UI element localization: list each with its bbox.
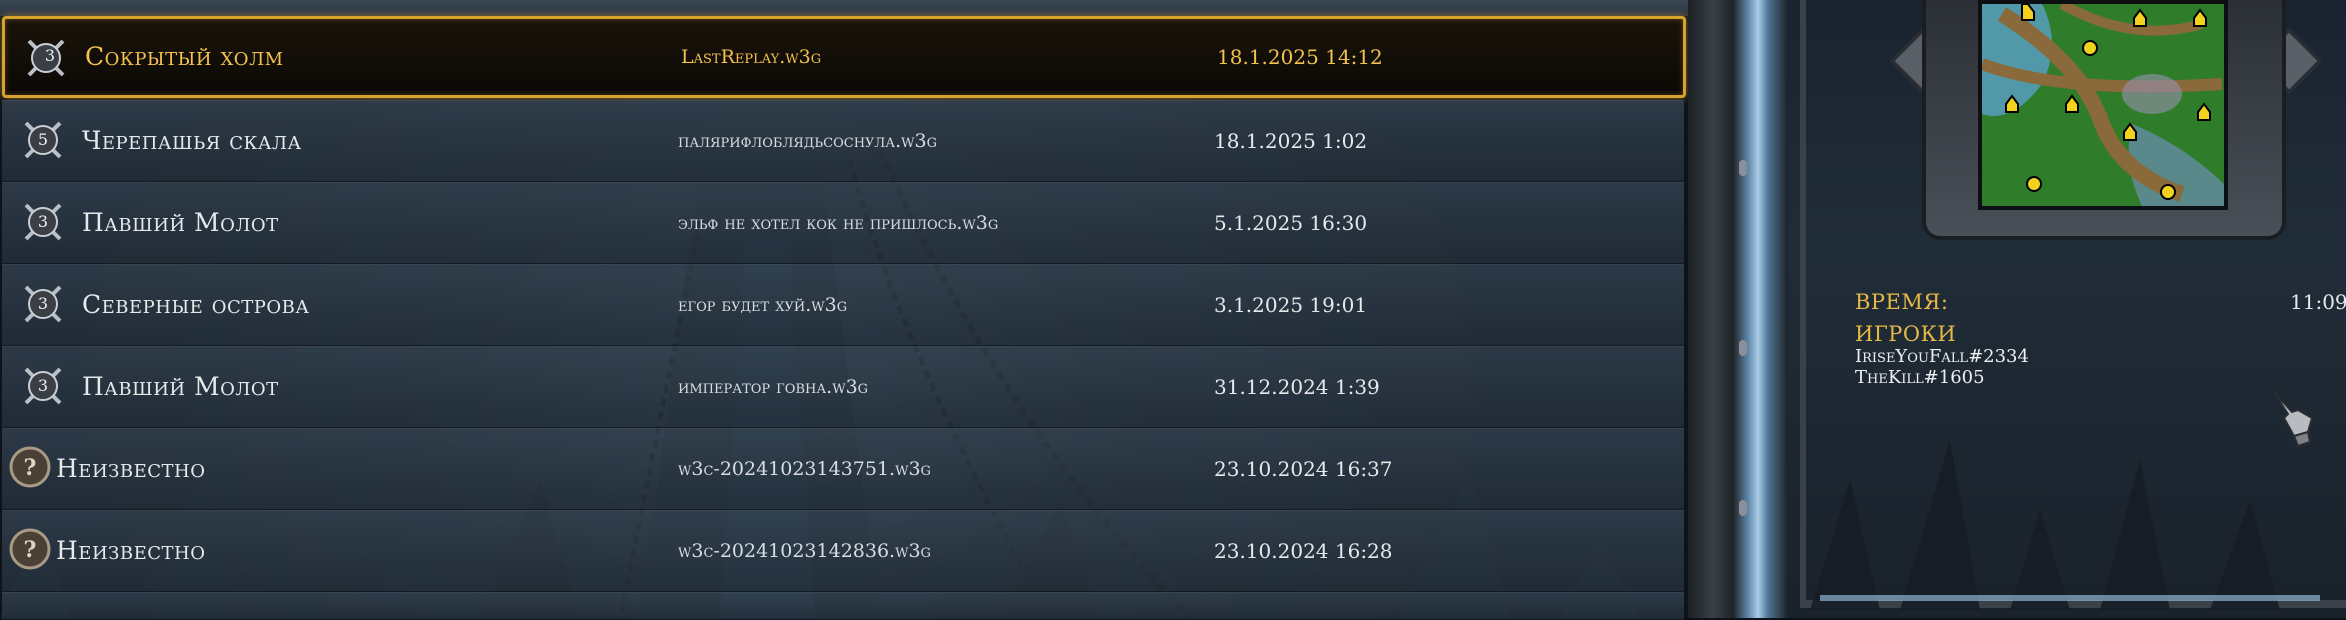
player-count: 3	[37, 376, 49, 395]
replay-file-name: LastReplay.w3g	[681, 46, 822, 68]
map-name: Неизвестно	[56, 454, 206, 483]
replay-list: 3 Сокрытый холм LastReplay.w3g 18.1.2025…	[0, 0, 1688, 620]
replay-date: 18.1.2025 1:02	[1214, 129, 1368, 153]
replay-row-partial[interactable]	[2, 592, 1684, 620]
panel-divider-frame	[1688, 0, 1788, 618]
replay-date: 3.1.2025 19:01	[1214, 293, 1368, 317]
map-name: Северные острова	[82, 290, 310, 319]
replay-row[interactable]: 3 Северные острова егор будет хуй.w3g 3.…	[2, 264, 1684, 346]
time-label: ВРЕМЯ:	[1855, 290, 1949, 314]
player-count: ?	[23, 455, 37, 481]
replay-date: 31.12.2024 1:39	[1214, 375, 1380, 399]
replay-date: 18.1.2025 14:12	[1217, 45, 1383, 69]
frame-bolt	[1739, 500, 1747, 516]
player-name: IriseYouFall#2334	[1855, 346, 2029, 367]
replay-row[interactable]: 3 Павший Молот император говна.w3g 31.12…	[2, 346, 1684, 428]
map-name: Павший Молот	[82, 208, 279, 237]
replay-file-name: палярифлоблядьсоснула.w3g	[678, 130, 937, 152]
player-count: 5	[37, 130, 49, 149]
replay-row[interactable]: 5 Черепашья скала палярифлоблядьсоснула.…	[2, 100, 1684, 182]
replay-row[interactable]: 3 Сокрытый холм LastReplay.w3g 18.1.2025…	[2, 16, 1686, 98]
frame-bolt	[1739, 160, 1747, 176]
replay-file-name: w3c-20241023142836.w3g	[678, 540, 931, 562]
replay-row[interactable]: 3 Павший Молот эльф не хотел кок не приш…	[2, 182, 1684, 264]
replay-date: 23.10.2024 16:37	[1214, 457, 1393, 481]
replay-date: 23.10.2024 16:28	[1214, 539, 1393, 563]
replay-file-name: w3c-20241023143751.w3g	[678, 458, 931, 480]
minimap	[1978, 0, 2228, 210]
gauntlet-cursor-icon	[2273, 391, 2314, 448]
player-count: ?	[23, 537, 37, 563]
map-name: Неизвестно	[56, 536, 206, 565]
player-count: 3	[37, 294, 49, 313]
replay-file-name: эльф не хотел кок не пришлось.w3g	[678, 212, 999, 234]
map-name: Черепашья скала	[82, 126, 302, 155]
map-name: Павший Молот	[82, 372, 279, 401]
player-count: 3	[37, 212, 49, 231]
replay-file-name: егор будет хуй.w3g	[678, 294, 848, 316]
player-count: 3	[44, 46, 56, 65]
list-top-strip	[0, 0, 1688, 16]
replay-row[interactable]: ? Неизвестно w3c-20241023143751.w3g 23.1…	[2, 428, 1684, 510]
frame-bolt	[1739, 340, 1747, 356]
replay-row[interactable]: ? Неизвестно w3c-20241023142836.w3g 23.1…	[2, 510, 1684, 592]
time-value: 11:09	[2290, 290, 2346, 314]
replay-file-name: император говна.w3g	[678, 376, 869, 398]
players-label: ИГРОКИ	[1855, 322, 1957, 346]
player-name: TheKill#1605	[1855, 367, 1985, 388]
panel-spikes-decoration	[1810, 440, 2320, 610]
replay-date: 5.1.2025 16:30	[1214, 211, 1368, 235]
map-name: Сокрытый холм	[85, 42, 284, 71]
